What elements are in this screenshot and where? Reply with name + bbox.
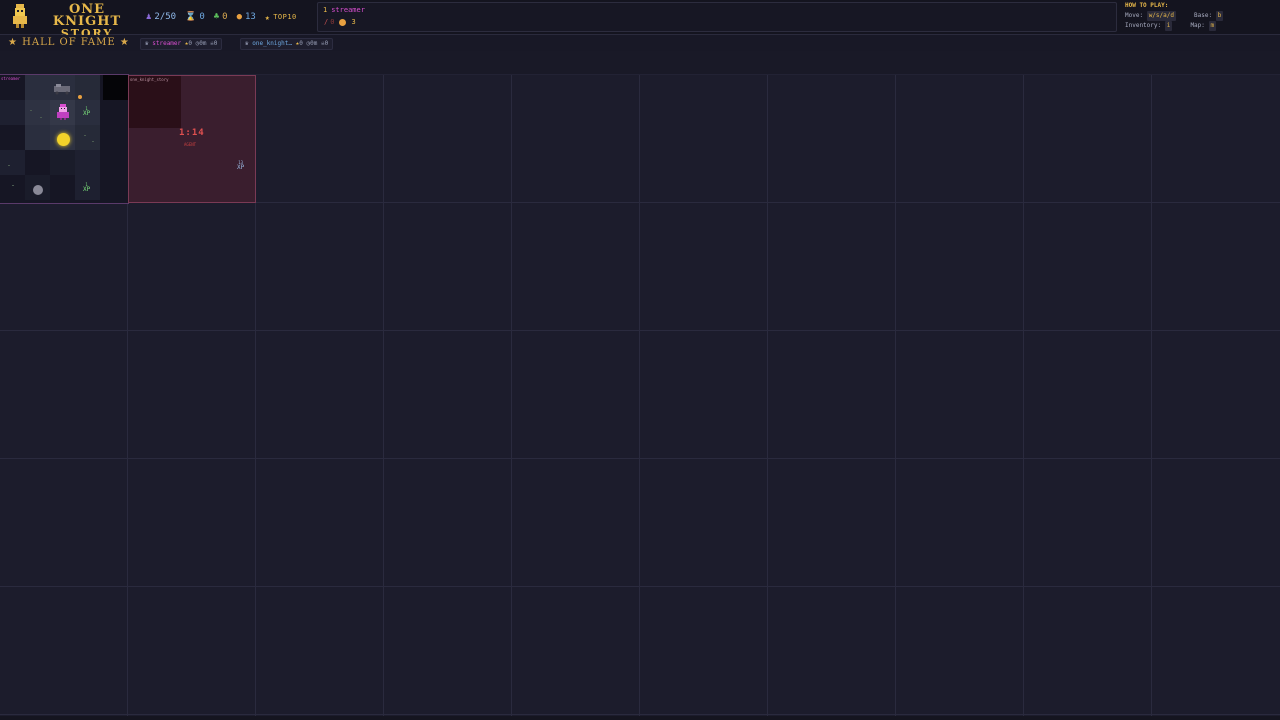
room-owner-label: streamer [1, 76, 21, 81]
grass-speck [30, 110, 32, 111]
grid-line [767, 75, 768, 716]
coin-icon [339, 18, 347, 26]
move-label: Move: [1125, 12, 1144, 19]
grid-line [639, 75, 640, 716]
grid-line [895, 75, 896, 716]
players-stat: ♟ 2/50 [146, 12, 176, 22]
leader-coins: 3 [351, 18, 356, 26]
inventory-key: i [1164, 21, 1173, 31]
hof-entry-deaths: 0 [324, 40, 329, 47]
base-key: b [1215, 11, 1224, 21]
xp-label: XP [83, 186, 91, 193]
room-one-knight-story[interactable]: one_knight_story 1:14 AGENT 13 XP [128, 75, 256, 203]
floor-tile [50, 150, 75, 175]
hof-entry[interactable]: ♛ streamer ★0 ◷0m ☠0 [140, 38, 223, 50]
grid-line [0, 458, 1280, 459]
hall-of-fame-title: ★ HALL OF FAME ★ [8, 37, 130, 48]
players-count: 2/50 [154, 12, 177, 22]
stats-bar: ♟ 2/50 ⌛ 0 ♣ 0 ● 13 ★ TOP10 [146, 10, 306, 24]
trophy-icon: ♛ [145, 40, 149, 47]
player-icon: ♟ [146, 12, 152, 22]
map-label: Map: [1190, 22, 1205, 29]
trophy-icon: ♛ [245, 40, 249, 47]
leader-rank: 1 [323, 6, 328, 14]
coin-count: 13 [245, 12, 256, 22]
time-stat: ⌛ 0 [185, 12, 205, 22]
room-timer: 1:14 [179, 128, 205, 138]
move-keys: w/s/a/d [1146, 11, 1176, 21]
hourglass-icon: ⌛ [185, 12, 197, 22]
floor-tile [25, 100, 50, 125]
grid-line [383, 75, 384, 716]
leader-kills: 0 [330, 18, 335, 26]
hall-of-fame-bar: ★ HALL OF FAME ★ ♛ streamer ★0 ◷0m ☠0 ♛ … [0, 35, 1280, 51]
grass-speck [12, 185, 14, 186]
coin-icon: ● [236, 12, 243, 22]
coin-stat: ● 13 [237, 12, 256, 22]
gold-coin-icon[interactable] [57, 133, 70, 146]
floor-tile [0, 100, 25, 125]
void-tile [103, 75, 128, 100]
xp-orb[interactable]: 1 XP [83, 106, 91, 117]
grid-line [1023, 75, 1024, 716]
howto-title: HOW TO PLAY: [1125, 2, 1169, 9]
herb-icon: ♣ [213, 12, 220, 22]
top10-label: TOP10 [273, 13, 297, 21]
howto-row-2: Inventory: i Map: m [1125, 21, 1275, 31]
xp-label: XP [237, 164, 245, 171]
grass-speck [92, 141, 94, 142]
knight-logo-icon [13, 4, 27, 28]
grass-speck [84, 135, 86, 136]
hof-entry-stars: 0 [188, 40, 193, 47]
hof-entry-time: 0m [199, 40, 207, 47]
grid-line [511, 75, 512, 716]
grass-speck [40, 117, 42, 118]
hof-entry-time: 0m [310, 40, 318, 47]
herb-count: 0 [222, 12, 228, 22]
bottom-edge [0, 716, 1280, 720]
hof-entry-name: streamer [152, 40, 182, 47]
dark-zone [129, 76, 181, 128]
time-value: 0 [199, 12, 205, 22]
boulder-icon [33, 185, 43, 195]
floor-tile [25, 75, 50, 100]
star-icon: ★ [264, 12, 271, 22]
grass-speck [8, 165, 10, 166]
cart-icon [54, 84, 70, 95]
leaderboard-panel: 1 streamer / 0 3 [317, 2, 1117, 32]
hof-entry-deaths: 0 [213, 40, 218, 47]
toolbar-strip [0, 51, 1280, 75]
small-coin-icon [78, 95, 82, 99]
how-to-play: HOW TO PLAY: Move: w/s/a/d Base: b Inven… [1125, 1, 1275, 31]
xp-orb[interactable]: 13 XP [237, 160, 245, 171]
hof-entry-stars: 0 [299, 40, 303, 47]
player-knight-icon [57, 104, 69, 120]
herb-stat: ♣ 0 [214, 12, 228, 22]
floor-tile [0, 150, 25, 175]
howto-row-1: Move: w/s/a/d Base: b [1125, 11, 1275, 21]
top10-button[interactable]: ★ TOP10 [265, 13, 297, 22]
room-owner-label: one_knight_story [130, 77, 169, 82]
leader-stats: / 0 3 [324, 18, 356, 26]
grid-line [1151, 75, 1152, 716]
logo-line-1: ONE KNIGHT [52, 2, 122, 29]
inventory-label: Inventory: [1125, 22, 1162, 29]
room-timer-label: AGENT [184, 142, 197, 147]
xp-label: XP [83, 110, 91, 117]
leader-name: streamer [331, 6, 365, 14]
leader-entry: 1 streamer [323, 6, 365, 14]
sword-icon: / [324, 18, 329, 26]
map-key: m [1208, 21, 1217, 31]
hof-entry-name: one_knight… [252, 40, 292, 47]
floor-tile [25, 125, 50, 150]
base-label: Base: [1194, 12, 1213, 19]
grid-line [0, 714, 1280, 715]
xp-orb[interactable]: 1 XP [83, 182, 91, 193]
floor-tile [75, 150, 100, 175]
floor-tile [75, 125, 100, 150]
grid-line [0, 330, 1280, 331]
hof-entry[interactable]: ♛ one_knight… ★0 ◷0m ☠0 [240, 38, 334, 50]
grid-line [0, 586, 1280, 587]
top-bar: ONE KNIGHT STORY ♟ 2/50 ⌛ 0 ♣ 0 ● 13 ★ T… [0, 0, 1280, 40]
